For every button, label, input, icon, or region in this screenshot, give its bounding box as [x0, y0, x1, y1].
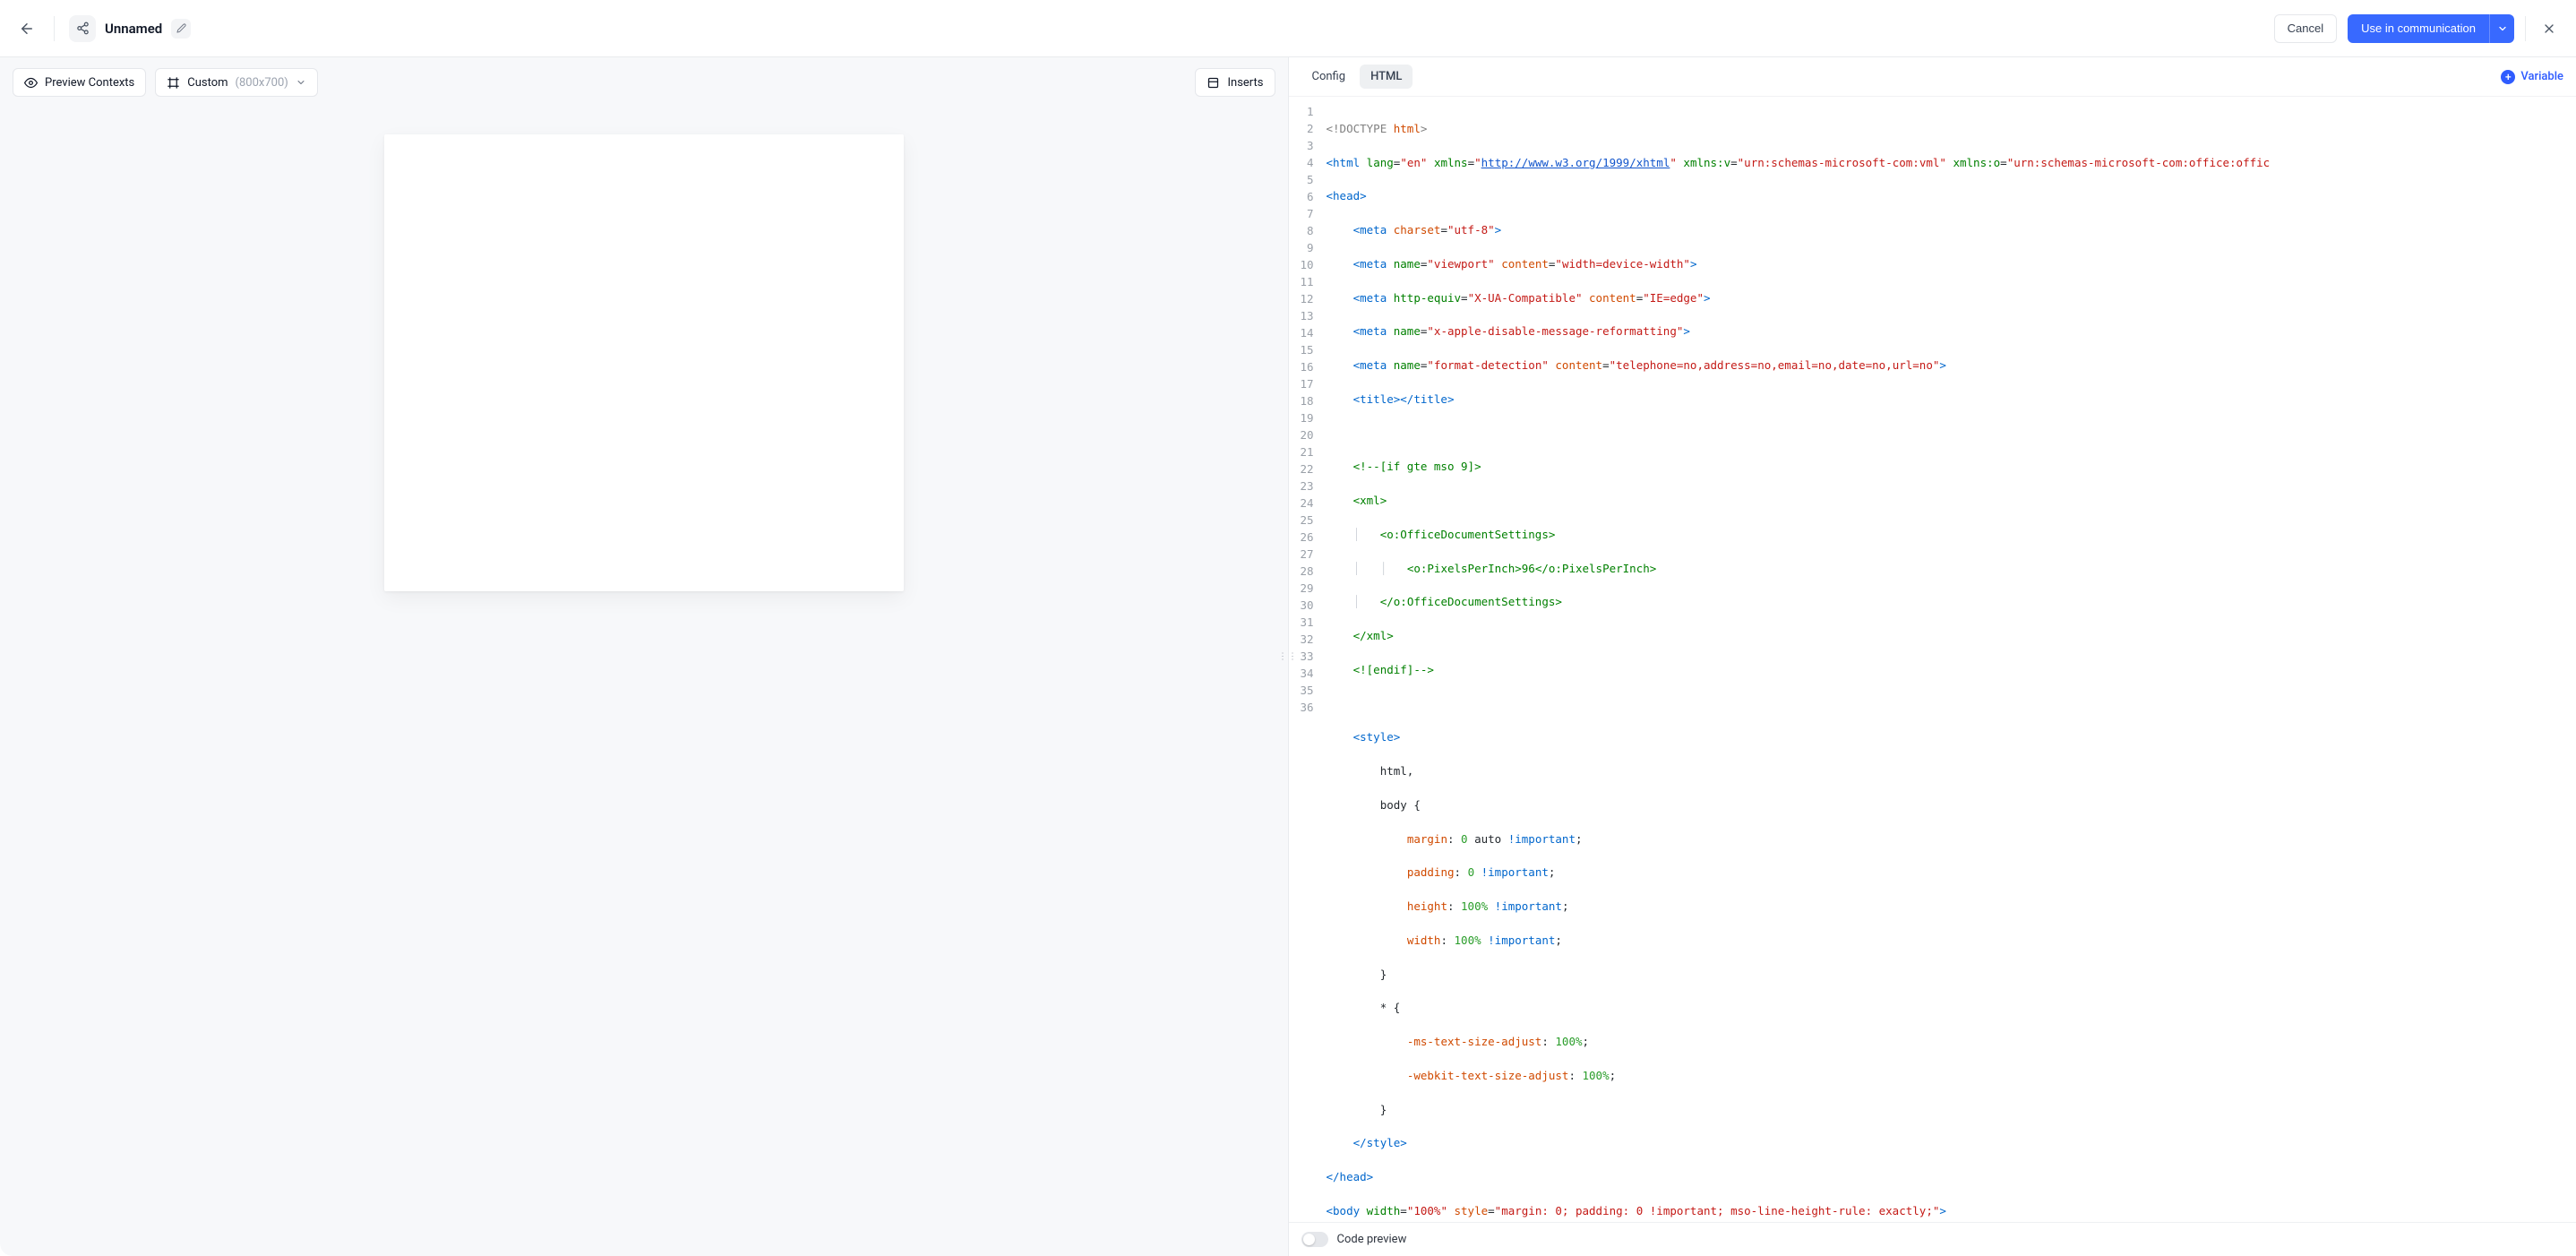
header-divider-2 — [2525, 16, 2526, 41]
tab-html[interactable]: HTML — [1360, 65, 1413, 89]
inserts-button[interactable]: Inserts — [1195, 68, 1275, 97]
frame-icon — [167, 76, 180, 90]
back-button[interactable] — [14, 16, 39, 41]
eye-icon — [24, 76, 38, 90]
code-pane: Config HTML + Variable 12345678910111213… — [1289, 57, 2576, 1256]
chevron-down-icon — [2497, 23, 2508, 34]
preview-area — [0, 108, 1288, 1256]
chevron-down-icon — [296, 77, 306, 88]
splitter-handle[interactable]: ⋮⋮ — [1278, 652, 1298, 662]
preview-contexts-label: Preview Contexts — [45, 76, 134, 90]
code-footer: Code preview — [1289, 1222, 2576, 1256]
cancel-button[interactable]: Cancel — [2274, 14, 2337, 43]
arrow-left-icon — [19, 21, 35, 37]
dims-label: Custom — [187, 76, 228, 90]
edit-title-button[interactable] — [171, 19, 191, 39]
code-preview-toggle[interactable] — [1301, 1232, 1328, 1247]
close-button[interactable] — [2537, 16, 2562, 41]
preview-pane: Preview Contexts Custom (800x700) Insert… — [0, 57, 1289, 1256]
primary-dropdown-button[interactable] — [2489, 14, 2514, 43]
tab-config[interactable]: Config — [1301, 65, 1357, 89]
add-variable-button[interactable]: + Variable — [2501, 70, 2563, 84]
inserts-label: Inserts — [1227, 76, 1263, 90]
header-right: Cancel Use in communication — [2274, 14, 2562, 43]
plus-icon: + — [2501, 70, 2515, 84]
variable-label: Variable — [2520, 70, 2563, 83]
template-icon-box — [69, 15, 96, 42]
inserts-icon — [1206, 76, 1220, 90]
pencil-icon — [176, 23, 186, 33]
primary-split-button: Use in communication — [2348, 14, 2514, 43]
preview-contexts-button[interactable]: Preview Contexts — [13, 68, 146, 97]
code-editor[interactable]: 1234567891011121314151617181920212223242… — [1289, 97, 2576, 1222]
dims-value: (800x700) — [236, 76, 288, 90]
share-icon — [76, 22, 90, 35]
header-divider — [54, 16, 55, 41]
code-preview-label: Code preview — [1337, 1233, 1407, 1246]
page-title: Unnamed — [105, 21, 162, 37]
code-content[interactable]: <!DOCTYPE html> <html lang="en" xmlns="h… — [1321, 97, 2576, 1222]
preview-toolbar: Preview Contexts Custom (800x700) Insert… — [0, 57, 1288, 108]
close-icon — [2542, 22, 2556, 36]
canvas-size-button[interactable]: Custom (800x700) — [155, 68, 318, 97]
header-left: Unnamed — [14, 15, 191, 42]
use-in-communication-button[interactable]: Use in communication — [2348, 14, 2489, 43]
code-tabs: Config HTML + Variable — [1289, 57, 2576, 97]
app-header: Unnamed Cancel Use in communication — [0, 0, 2576, 57]
preview-canvas — [384, 134, 904, 591]
app-body: Preview Contexts Custom (800x700) Insert… — [0, 57, 2576, 1256]
title-wrap: Unnamed — [69, 15, 191, 42]
